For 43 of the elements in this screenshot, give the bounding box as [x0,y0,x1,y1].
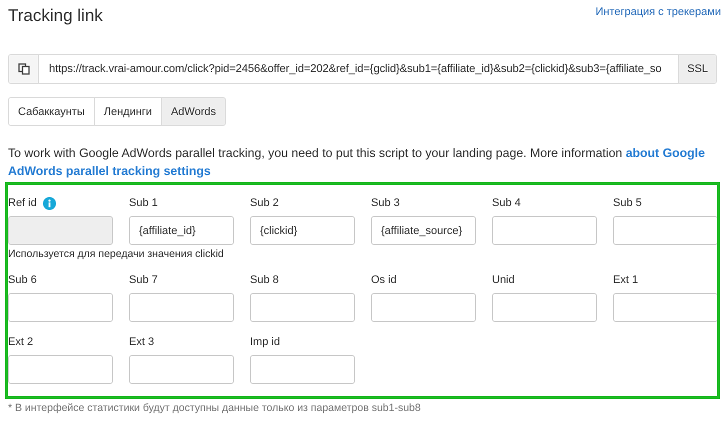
tab[interactable]: AdWords [160,97,226,126]
param-field[interactable] [371,293,476,322]
tab[interactable]: Лендинги [94,97,162,126]
field-label: Ext 1 [613,274,638,286]
param-field[interactable]: {affiliate_source} [371,216,476,245]
field-label: Imp id [250,336,280,348]
intro-text: To work with Google AdWords parallel tracking, you need to put this script to your landing page. More information about Google AdWords parallel tracking settings [8,145,706,180]
field-label: Sub 5 [613,197,642,209]
field-label: Sub 1 [129,197,158,209]
integration-link[interactable]: Интеграция с трекерами [595,6,721,18]
footnote: * В интерфейсе статистики будут доступны данные только из параметров sub1-sub8 [8,402,422,414]
field-label: Ref id [8,197,37,209]
page-title: Tracking link [8,6,103,26]
field-label: Ext 3 [129,336,154,348]
copy-icon [18,63,30,75]
param-field[interactable] [613,216,717,245]
param-field[interactable] [129,355,234,384]
field-label: Sub 7 [129,274,158,286]
param-field[interactable] [250,293,355,322]
field-label: Sub 6 [8,274,37,286]
field-label: Unid [492,274,515,286]
copy-button[interactable] [9,55,39,83]
settings-link[interactable]: AdWords parallel tracking settings [8,164,211,178]
field-label: Ext 2 [8,336,34,348]
param-field[interactable] [613,293,717,322]
help-text: Используется для передачи значения clickid [8,248,225,260]
param-field[interactable] [492,216,597,245]
param-field[interactable] [8,293,113,322]
param-field[interactable] [8,355,113,384]
field-label: Sub 2 [250,197,279,209]
field-label: Sub 4 [492,197,521,209]
param-field[interactable] [129,293,234,322]
ssl-button[interactable]: SSL [678,55,716,83]
url-field[interactable]: https://track.vrai-amour.com/click?pid=2456&offer_id=202&ref_id={gclid}&sub1={affiliate_id}&sub2={clickid}&sub3={affiliate_so SSL [8,54,717,84]
field-label: Os id [371,274,397,286]
settings-link[interactable]: about Google [626,146,705,160]
param-field[interactable]: {affiliate_id} [129,216,234,245]
field-label: Sub 3 [371,197,400,209]
param-field[interactable] [492,293,597,322]
param-field[interactable] [250,355,355,384]
tab[interactable]: Сабаккаунты [8,97,95,126]
field-label: Sub 8 [250,274,279,286]
param-field[interactable]: {clickid} [250,216,355,245]
